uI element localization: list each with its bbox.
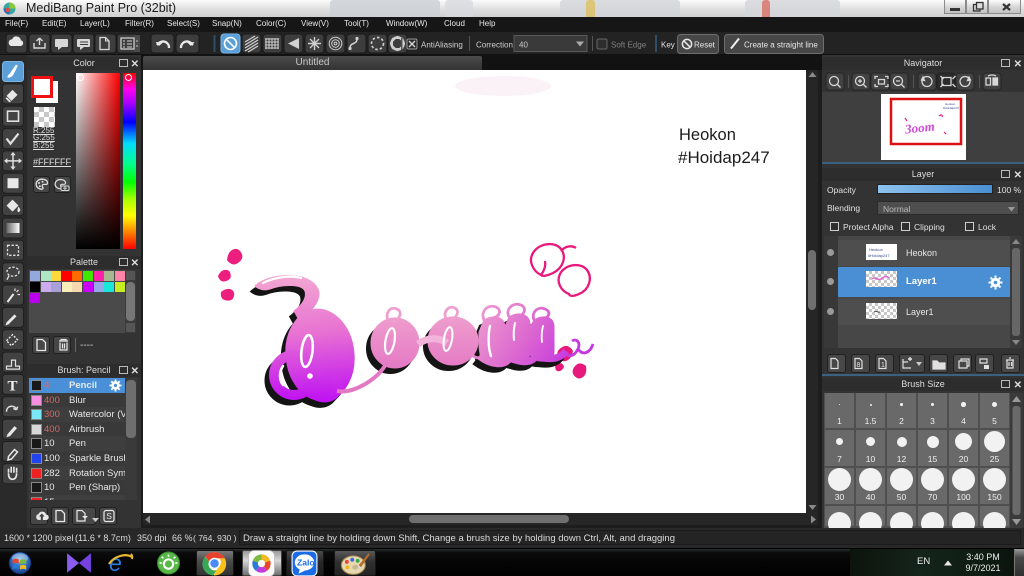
svg-text:Soft Edge: Soft Edge: [611, 41, 647, 50]
svg-text:#Hoidap247: #Hoidap247: [943, 106, 960, 110]
svg-text:Reset: Reset: [694, 41, 716, 50]
svg-text:Correction: Correction: [476, 41, 513, 50]
svg-text:#Hoidap247: #Hoidap247: [868, 253, 890, 258]
svg-text:Create a straight line: Create a straight line: [744, 41, 818, 50]
svg-text:40: 40: [519, 41, 528, 50]
svg-text:Heokon: Heokon: [869, 247, 883, 252]
svg-text:Heokon: Heokon: [679, 126, 736, 144]
svg-text:#Hoidap247: #Hoidap247: [678, 148, 770, 167]
svg-text:T: T: [8, 378, 18, 394]
svg-text:AntiAliasing: AntiAliasing: [421, 41, 463, 50]
svg-text:8: 8: [857, 362, 861, 369]
svg-text:1: 1: [881, 362, 885, 369]
svg-text:Key: Key: [661, 41, 675, 50]
svg-text:3oom: 3oom: [903, 119, 935, 137]
svg-text:Zalo: Zalo: [297, 558, 315, 568]
svg-text:S: S: [106, 511, 112, 521]
